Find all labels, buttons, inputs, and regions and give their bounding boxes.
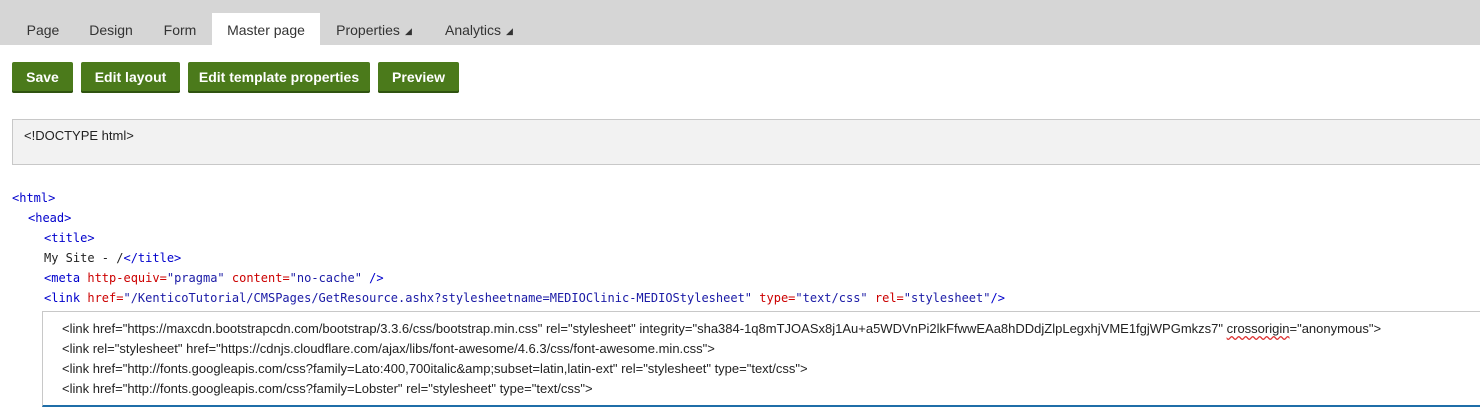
editor-line-1: <link href="https://maxcdn.bootstrapcdn.… xyxy=(62,321,1381,336)
tab-analytics[interactable]: Analytics ◢ xyxy=(436,13,522,45)
tab-design[interactable]: Design xyxy=(76,13,146,45)
link-val-rel: "stylesheet" xyxy=(903,291,991,305)
tab-label: Design xyxy=(89,22,133,38)
tab-form[interactable]: Form xyxy=(152,13,208,45)
meta-attr-content: content= xyxy=(231,271,290,285)
dropdown-caret-icon: ◢ xyxy=(506,26,513,37)
edit-layout-button[interactable]: Edit layout xyxy=(81,62,180,93)
editor-line-1-post: ="anonymous"> xyxy=(1289,321,1382,336)
doctype-text: <!DOCTYPE html> xyxy=(24,128,134,143)
code-line-meta: <meta http-equiv="pragma" content="no-ca… xyxy=(12,268,384,288)
tab-label: Form xyxy=(163,22,197,38)
preview-button[interactable]: Preview xyxy=(378,62,459,93)
link-attr-type: type= xyxy=(759,291,796,305)
tab-properties[interactable]: Properties ◢ xyxy=(326,13,422,45)
link-attr-rel: rel= xyxy=(874,291,904,305)
code-line-title-text: My Site - /</title> xyxy=(12,248,181,268)
meta-val-pragma: "pragma" xyxy=(166,271,225,285)
editor-line-4: <link href="http://fonts.googleapis.com/… xyxy=(62,381,593,396)
head-open-tag: <head> xyxy=(28,211,72,225)
tab-page[interactable]: Page xyxy=(14,13,72,45)
code-line-head: <head> xyxy=(12,208,71,228)
tab-label: Properties xyxy=(336,22,400,38)
meta-end: /> xyxy=(369,271,384,285)
title-open-tag: <title> xyxy=(44,231,95,245)
meta-val-no-cache: "no-cache" xyxy=(289,271,362,285)
tab-bar: Page Design Form Master page Properties ◢… xyxy=(0,0,1480,45)
dropdown-caret-icon: ◢ xyxy=(404,26,412,37)
meta-open-tag: <meta xyxy=(44,271,81,285)
link-end: /> xyxy=(990,291,1005,305)
link-val-href: "/KenticoTutorial/CMSPages/GetResource.a… xyxy=(123,291,753,305)
tab-label: Page xyxy=(26,22,60,38)
code-line-html: <html> xyxy=(12,188,55,208)
code-line-link: <link href="/KenticoTutorial/CMSPages/Ge… xyxy=(12,288,1005,308)
editor-line-1-pre: <link href="https://maxcdn.bootstrapcdn.… xyxy=(62,321,1227,336)
editor-line-3: <link href="http://fonts.googleapis.com/… xyxy=(62,361,808,376)
code-line-title-open: <title> xyxy=(12,228,95,248)
save-button[interactable]: Save xyxy=(12,62,73,93)
title-text: My Site - / xyxy=(44,251,124,265)
link-attr-href: href= xyxy=(87,291,124,305)
meta-attr-http-equiv: http-equiv= xyxy=(87,271,167,285)
tab-master-page[interactable]: Master page xyxy=(212,13,320,45)
title-close-tag: </title> xyxy=(123,251,182,265)
head-code-editor[interactable]: <link href="https://maxcdn.bootstrapcdn.… xyxy=(42,311,1480,407)
editor-line-2: <link rel="stylesheet" href="https://cdn… xyxy=(62,341,715,356)
spellcheck-word: crossorigin xyxy=(1226,321,1290,336)
edit-template-properties-button[interactable]: Edit template properties xyxy=(188,62,370,93)
doctype-field[interactable]: <!DOCTYPE html> xyxy=(12,119,1480,165)
tab-label: Analytics xyxy=(445,22,502,38)
html-open-tag: <html> xyxy=(12,191,56,205)
link-open-tag: <link xyxy=(44,291,81,305)
tab-label: Master page xyxy=(227,22,305,38)
link-val-type: "text/css" xyxy=(795,291,868,305)
